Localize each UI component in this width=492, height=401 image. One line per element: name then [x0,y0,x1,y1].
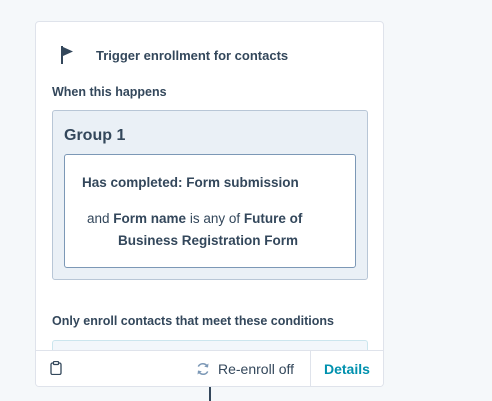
card-title: Trigger enrollment for contacts [96,47,289,63]
group-title: Group 1 [64,127,126,144]
when-this-happens-label: When this happens [52,85,167,99]
filter-card[interactable]: Has completed: Form submission and Form … [64,154,356,268]
footer-divider [310,351,311,386]
flag-icon [61,46,73,64]
only-enroll-label: Only enroll contacts that meet these con… [52,314,334,328]
card-footer: Re-enroll off Details [36,350,383,386]
condition-prefix: and [87,211,110,226]
condition-property: Form name [113,211,187,226]
filter-group[interactable]: Group 1 Has completed: Form submission a… [52,110,368,280]
condition-value-line2: Business Registration Form [118,233,299,248]
details-link[interactable]: Details [324,351,370,386]
re-enroll-toggle[interactable]: Re-enroll off [196,351,295,386]
condition-value-line1: Future of [243,211,303,226]
clipboard-icon[interactable] [50,361,62,375]
condition-operator: is any of [189,211,241,226]
card-header: Trigger enrollment for contacts [60,46,288,64]
workflow-connector-line [209,387,211,401]
re-enroll-label: Re-enroll off [218,361,295,377]
filter-condition: and Form name is any of Future of Busine… [87,208,337,252]
filter-summary: Has completed: Form submission [82,175,299,190]
trigger-card[interactable]: Trigger enrollment for contacts When thi… [35,21,384,387]
refresh-icon [197,363,209,375]
